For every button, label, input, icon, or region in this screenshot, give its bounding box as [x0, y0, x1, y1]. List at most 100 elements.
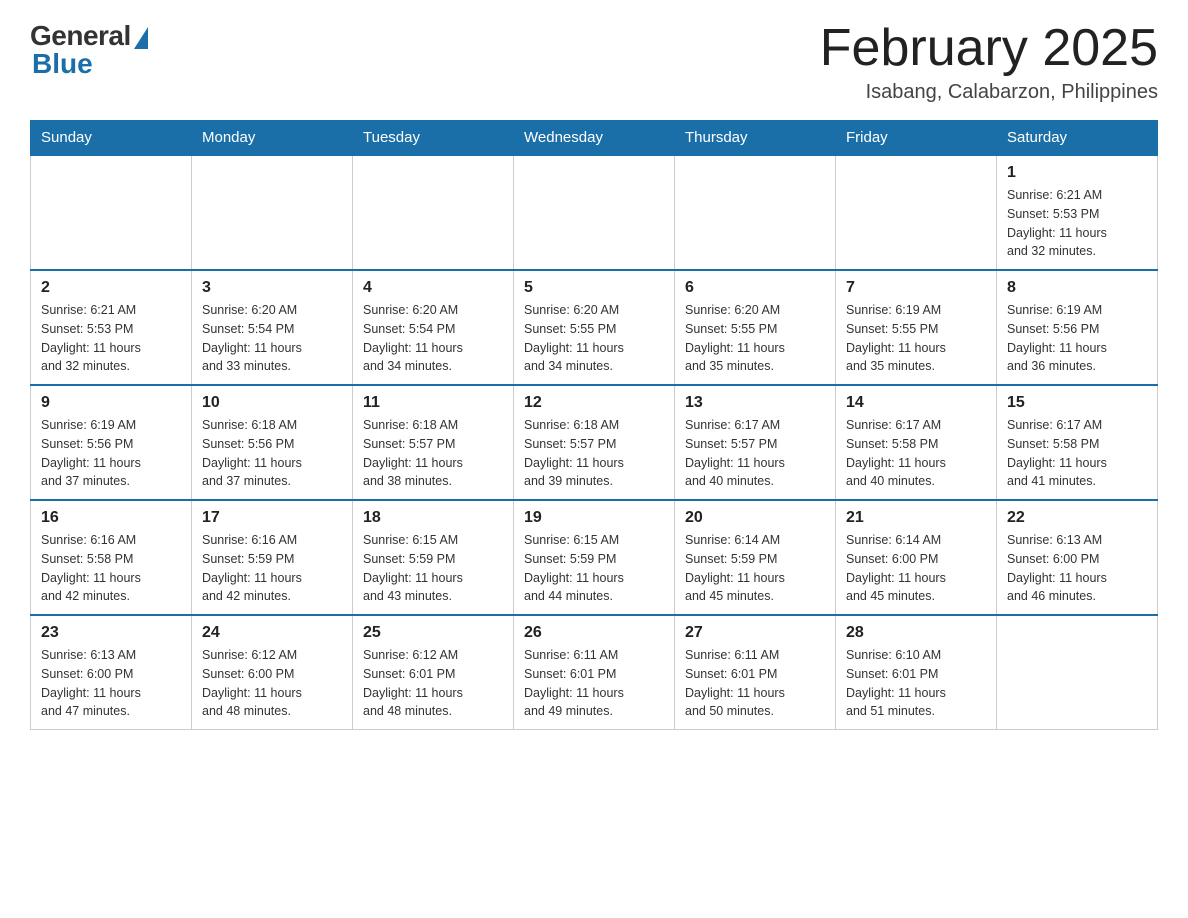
day-number: 17: [202, 509, 342, 527]
day-info: Sunrise: 6:18 AMSunset: 5:56 PMDaylight:…: [202, 416, 342, 491]
day-info: Sunrise: 6:17 AMSunset: 5:58 PMDaylight:…: [1007, 416, 1147, 491]
day-number: 24: [202, 624, 342, 642]
day-number: 2: [41, 279, 181, 297]
day-info: Sunrise: 6:19 AMSunset: 5:56 PMDaylight:…: [1007, 301, 1147, 376]
weekday-header-row: SundayMondayTuesdayWednesdayThursdayFrid…: [31, 121, 1158, 156]
calendar-cell: 7 Sunrise: 6:19 AMSunset: 5:55 PMDaylight…: [836, 270, 997, 385]
calendar-cell: 5 Sunrise: 6:20 AMSunset: 5:55 PMDaylight…: [514, 270, 675, 385]
day-info: Sunrise: 6:13 AMSunset: 6:00 PMDaylight:…: [1007, 531, 1147, 606]
calendar-cell: [836, 155, 997, 270]
day-number: 5: [524, 279, 664, 297]
calendar-cell: 14 Sunrise: 6:17 AMSunset: 5:58 PMDayligh…: [836, 385, 997, 500]
calendar-cell: 20 Sunrise: 6:14 AMSunset: 5:59 PMDayligh…: [675, 500, 836, 615]
day-number: 1: [1007, 164, 1147, 182]
calendar-cell: 26Sunrise: 6:11 AMSunset: 6:01 PMDayligh…: [514, 615, 675, 730]
day-number: 15: [1007, 394, 1147, 412]
calendar-cell: 19 Sunrise: 6:15 AMSunset: 5:59 PMDayligh…: [514, 500, 675, 615]
week-row-2: 2 Sunrise: 6:21 AMSunset: 5:53 PMDaylight…: [31, 270, 1158, 385]
week-row-5: 23 Sunrise: 6:13 AMSunset: 6:00 PMDayligh…: [31, 615, 1158, 730]
calendar-cell: 15 Sunrise: 6:17 AMSunset: 5:58 PMDayligh…: [997, 385, 1158, 500]
day-info: Sunrise: 6:20 AMSunset: 5:55 PMDaylight:…: [685, 301, 825, 376]
calendar-cell: 16 Sunrise: 6:16 AMSunset: 5:58 PMDayligh…: [31, 500, 192, 615]
day-info: Sunrise: 6:16 AMSunset: 5:58 PMDaylight:…: [41, 531, 181, 606]
weekday-header-wednesday: Wednesday: [514, 121, 675, 156]
day-number: 25: [363, 624, 503, 642]
day-info: Sunrise: 6:18 AMSunset: 5:57 PMDaylight:…: [524, 416, 664, 491]
calendar-cell: [353, 155, 514, 270]
day-number: 4: [363, 279, 503, 297]
calendar-cell: 21 Sunrise: 6:14 AMSunset: 6:00 PMDayligh…: [836, 500, 997, 615]
day-info: Sunrise: 6:20 AMSunset: 5:54 PMDaylight:…: [202, 301, 342, 376]
calendar-subtitle: Isabang, Calabarzon, Philippines: [820, 81, 1158, 104]
day-number: 10: [202, 394, 342, 412]
day-info: Sunrise: 6:12 AMSunset: 6:01 PMDaylight:…: [363, 646, 503, 721]
day-number: 8: [1007, 279, 1147, 297]
day-info: Sunrise: 6:21 AMSunset: 5:53 PMDaylight:…: [41, 301, 181, 376]
day-number: 6: [685, 279, 825, 297]
week-row-4: 16 Sunrise: 6:16 AMSunset: 5:58 PMDayligh…: [31, 500, 1158, 615]
day-info: Sunrise: 6:19 AMSunset: 5:56 PMDaylight:…: [41, 416, 181, 491]
day-number: 27: [685, 624, 825, 642]
day-info: Sunrise: 6:19 AMSunset: 5:55 PMDaylight:…: [846, 301, 986, 376]
day-info: Sunrise: 6:13 AMSunset: 6:00 PMDaylight:…: [41, 646, 181, 721]
calendar-cell: 10 Sunrise: 6:18 AMSunset: 5:56 PMDayligh…: [192, 385, 353, 500]
day-info: Sunrise: 6:21 AMSunset: 5:53 PMDaylight:…: [1007, 186, 1147, 261]
day-info: Sunrise: 6:15 AMSunset: 5:59 PMDaylight:…: [524, 531, 664, 606]
week-row-1: 1 Sunrise: 6:21 AMSunset: 5:53 PMDaylight…: [31, 155, 1158, 270]
weekday-header-thursday: Thursday: [675, 121, 836, 156]
day-number: 26: [524, 624, 664, 642]
day-info: Sunrise: 6:10 AMSunset: 6:01 PMDaylight:…: [846, 646, 986, 721]
calendar-cell: 3Sunrise: 6:20 AMSunset: 5:54 PMDaylight…: [192, 270, 353, 385]
day-number: 14: [846, 394, 986, 412]
day-number: 21: [846, 509, 986, 527]
calendar-cell: 12 Sunrise: 6:18 AMSunset: 5:57 PMDayligh…: [514, 385, 675, 500]
day-info: Sunrise: 6:14 AMSunset: 6:00 PMDaylight:…: [846, 531, 986, 606]
weekday-header-monday: Monday: [192, 121, 353, 156]
calendar-cell: [997, 615, 1158, 730]
calendar-cell: 2 Sunrise: 6:21 AMSunset: 5:53 PMDaylight…: [31, 270, 192, 385]
calendar-cell: 9Sunrise: 6:19 AMSunset: 5:56 PMDaylight…: [31, 385, 192, 500]
calendar-cell: [514, 155, 675, 270]
calendar-cell: 18Sunrise: 6:15 AMSunset: 5:59 PMDayligh…: [353, 500, 514, 615]
day-info: Sunrise: 6:20 AMSunset: 5:55 PMDaylight:…: [524, 301, 664, 376]
day-number: 28: [846, 624, 986, 642]
calendar-cell: 22 Sunrise: 6:13 AMSunset: 6:00 PMDayligh…: [997, 500, 1158, 615]
calendar-cell: 4 Sunrise: 6:20 AMSunset: 5:54 PMDaylight…: [353, 270, 514, 385]
calendar-cell: [192, 155, 353, 270]
day-number: 19: [524, 509, 664, 527]
calendar-title: February 2025: [820, 20, 1158, 77]
day-number: 20: [685, 509, 825, 527]
calendar-cell: 6 Sunrise: 6:20 AMSunset: 5:55 PMDaylight…: [675, 270, 836, 385]
page-header: General Blue February 2025 Isabang, Cala…: [30, 20, 1158, 104]
calendar-cell: 27 Sunrise: 6:11 AMSunset: 6:01 PMDayligh…: [675, 615, 836, 730]
weekday-header-sunday: Sunday: [31, 121, 192, 156]
calendar-cell: 25 Sunrise: 6:12 AMSunset: 6:01 PMDayligh…: [353, 615, 514, 730]
week-row-3: 9Sunrise: 6:19 AMSunset: 5:56 PMDaylight…: [31, 385, 1158, 500]
calendar-cell: 1 Sunrise: 6:21 AMSunset: 5:53 PMDaylight…: [997, 155, 1158, 270]
calendar-cell: 11Sunrise: 6:18 AMSunset: 5:57 PMDayligh…: [353, 385, 514, 500]
day-info: Sunrise: 6:17 AMSunset: 5:57 PMDaylight:…: [685, 416, 825, 491]
day-number: 22: [1007, 509, 1147, 527]
day-info: Sunrise: 6:20 AMSunset: 5:54 PMDaylight:…: [363, 301, 503, 376]
day-number: 12: [524, 394, 664, 412]
logo-triangle-icon: [134, 27, 148, 49]
calendar-cell: 17Sunrise: 6:16 AMSunset: 5:59 PMDayligh…: [192, 500, 353, 615]
calendar-cell: [675, 155, 836, 270]
day-info: Sunrise: 6:12 AMSunset: 6:00 PMDaylight:…: [202, 646, 342, 721]
weekday-header-tuesday: Tuesday: [353, 121, 514, 156]
logo-blue-text: Blue: [32, 48, 93, 80]
day-info: Sunrise: 6:15 AMSunset: 5:59 PMDaylight:…: [363, 531, 503, 606]
day-info: Sunrise: 6:18 AMSunset: 5:57 PMDaylight:…: [363, 416, 503, 491]
calendar-cell: 23 Sunrise: 6:13 AMSunset: 6:00 PMDayligh…: [31, 615, 192, 730]
weekday-header-friday: Friday: [836, 121, 997, 156]
day-number: 16: [41, 509, 181, 527]
day-info: Sunrise: 6:17 AMSunset: 5:58 PMDaylight:…: [846, 416, 986, 491]
day-number: 7: [846, 279, 986, 297]
day-info: Sunrise: 6:14 AMSunset: 5:59 PMDaylight:…: [685, 531, 825, 606]
calendar-cell: 28 Sunrise: 6:10 AMSunset: 6:01 PMDayligh…: [836, 615, 997, 730]
day-info: Sunrise: 6:11 AMSunset: 6:01 PMDaylight:…: [685, 646, 825, 721]
day-number: 23: [41, 624, 181, 642]
logo: General Blue: [30, 20, 148, 80]
calendar-table: SundayMondayTuesdayWednesdayThursdayFrid…: [30, 120, 1158, 730]
calendar-cell: 8 Sunrise: 6:19 AMSunset: 5:56 PMDaylight…: [997, 270, 1158, 385]
